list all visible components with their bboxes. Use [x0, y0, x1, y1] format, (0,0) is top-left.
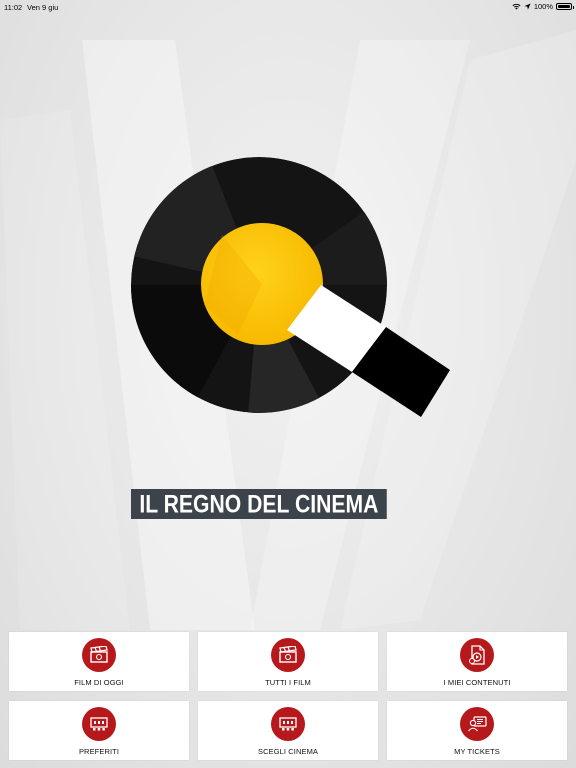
clapperboard-icon — [82, 638, 116, 672]
media-file-icon — [460, 638, 494, 672]
menu-film-di-oggi[interactable]: FILM DI OGGI — [9, 632, 189, 691]
cinema-screen-icon — [271, 707, 305, 741]
menu-tutti-i-film[interactable]: TUTTI I FILM — [198, 632, 378, 691]
menu-i-miei-contenuti[interactable]: I MIEI CONTENUTI — [387, 632, 567, 691]
brand-title: IL REGNO DEL CINEMA — [139, 489, 379, 518]
menu-scegli-cinema[interactable]: SCEGLI CINEMA — [198, 701, 378, 760]
brand-logo — [131, 157, 450, 417]
menu-label: MY TICKETS — [454, 747, 500, 756]
menu-label: PREFERITI — [78, 747, 120, 756]
brand-title-banner: IL REGNO DEL CINEMA — [131, 489, 387, 519]
menu-label: I MIEI CONTENUTI — [443, 678, 511, 687]
main-menu-grid: FILM DI OGGI TUTTI I FILM I MIEI CONTENU — [9, 632, 569, 763]
menu-label: FILM DI OGGI — [74, 678, 124, 687]
menu-label: SCEGLI CINEMA — [257, 747, 319, 756]
ticket-user-icon — [460, 707, 494, 741]
clapperboard-icon — [271, 638, 305, 672]
menu-preferiti[interactable]: PREFERITI — [9, 701, 189, 760]
menu-my-tickets[interactable]: MY TICKETS — [387, 701, 567, 760]
cinema-screen-icon — [82, 707, 116, 741]
menu-label: TUTTI I FILM — [265, 678, 311, 687]
